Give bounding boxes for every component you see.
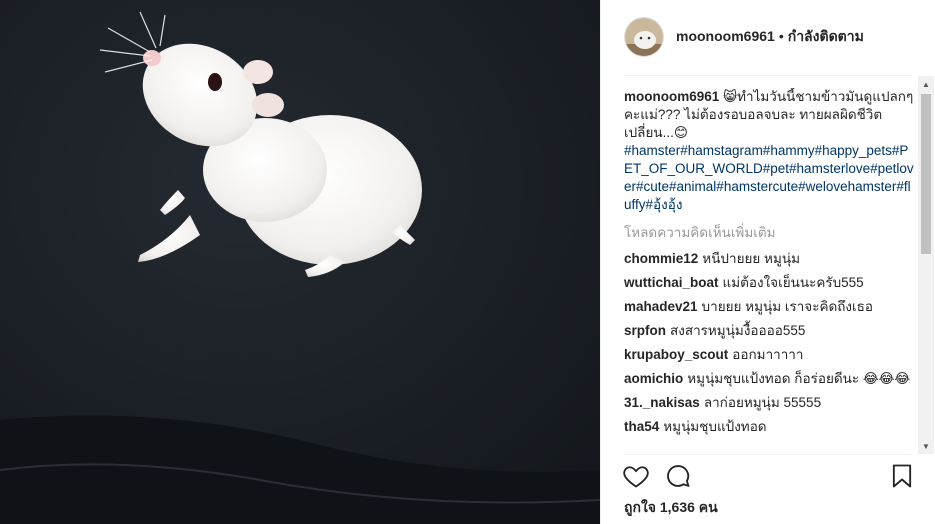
heart-icon[interactable]	[622, 462, 650, 490]
comment-item: chommie12 หนีปายยย หมูนุ่ม	[624, 250, 916, 268]
separator: •	[778, 28, 784, 44]
comment-text: ลาก่อยหมูนุ่ม 55555	[703, 395, 822, 410]
avatar[interactable]	[624, 17, 664, 57]
load-more-comments-button[interactable]: โหลดความคิดเห็นเพิ่มเติม	[624, 224, 916, 242]
hamster-photo	[0, 0, 600, 524]
bookmark-icon[interactable]	[888, 462, 916, 490]
scroll-down-arrow-icon[interactable]: ▼	[918, 438, 934, 454]
likes-count[interactable]: ถูกใจ 1,636 คน	[624, 497, 718, 519]
comment-username[interactable]: tha54	[624, 419, 659, 434]
post-actions	[622, 462, 912, 492]
comment-username[interactable]: aomichio	[624, 371, 683, 386]
scroll-up-arrow-icon[interactable]: ▲	[918, 76, 934, 92]
post-photo[interactable]	[0, 0, 600, 524]
header-text: moonoom6961 • กำลังติดตาม	[676, 26, 864, 48]
actions-divider	[624, 454, 911, 455]
comment-username[interactable]: mahadev21	[624, 299, 698, 314]
post-caption: moonoom6961 😸ทำไมวันนี้ชามข้าวมันดูแปลกๆ…	[624, 88, 916, 214]
caption-hashtags[interactable]: #hamster#hamstagram#hammy#happy_pets#PET…	[624, 142, 916, 214]
comments-list[interactable]: moonoom6961 😸ทำไมวันนี้ชามข้าวมันดูแปลกๆ…	[624, 88, 916, 454]
comment-item: tha54 หมูนุ่มชุบแป้งทอด	[624, 418, 916, 436]
comment-item: srpfon สงสารหมูนุ่มงื้ออออ555	[624, 322, 916, 340]
post-header: moonoom6961 • กำลังติดตาม	[624, 16, 911, 58]
comment-text: หมูนุ่มชุบแป้งทอด	[663, 419, 767, 434]
comment-item: krupaboy_scout ออกมาาาาา	[624, 346, 916, 364]
comment-item: mahadev21 บายยย หมูนุ่ม เราจะคิดถึงเธอ	[624, 298, 916, 316]
post-username[interactable]: moonoom6961	[676, 28, 775, 44]
comment-text: สงสารหมูนุ่มงื้ออออ555	[670, 323, 806, 338]
comment-item: wuttichai_boat แม่ต้องใจเย็นนะครับ555	[624, 274, 916, 292]
follow-status-button[interactable]: กำลังติดตาม	[788, 28, 864, 44]
header-divider	[624, 75, 911, 76]
comment-text: หมูนุ่มชุบแป้งทอด ก็อร่อยดีนะ 😂😂😂	[687, 371, 911, 386]
comment-username[interactable]: krupaboy_scout	[624, 347, 728, 362]
comment-username[interactable]: srpfon	[624, 323, 666, 338]
scrollbar-thumb[interactable]	[921, 94, 931, 254]
comment-username[interactable]: 31._nakisas	[624, 395, 700, 410]
comment-icon[interactable]	[664, 462, 692, 490]
comment-text: ออกมาาาาา	[732, 347, 804, 362]
caption-username[interactable]: moonoom6961	[624, 89, 719, 104]
comment-item: aomichio หมูนุ่มชุบแป้งทอด ก็อร่อยดีนะ 😂😂…	[624, 370, 916, 388]
comment-text: แม่ต้องใจเย็นนะครับ555	[722, 275, 864, 290]
comments-scrollbar[interactable]: ▲ ▼	[918, 76, 934, 454]
comment-username[interactable]: wuttichai_boat	[624, 275, 719, 290]
comment-item: 31._nakisas ลาก่อยหมูนุ่ม 55555	[624, 394, 916, 412]
comment-text: บายยย หมูนุ่ม เราจะคิดถึงเธอ	[701, 299, 873, 314]
comment-username[interactable]: chommie12	[624, 251, 698, 266]
comment-text: หนีปายยย หมูนุ่ม	[702, 251, 800, 266]
